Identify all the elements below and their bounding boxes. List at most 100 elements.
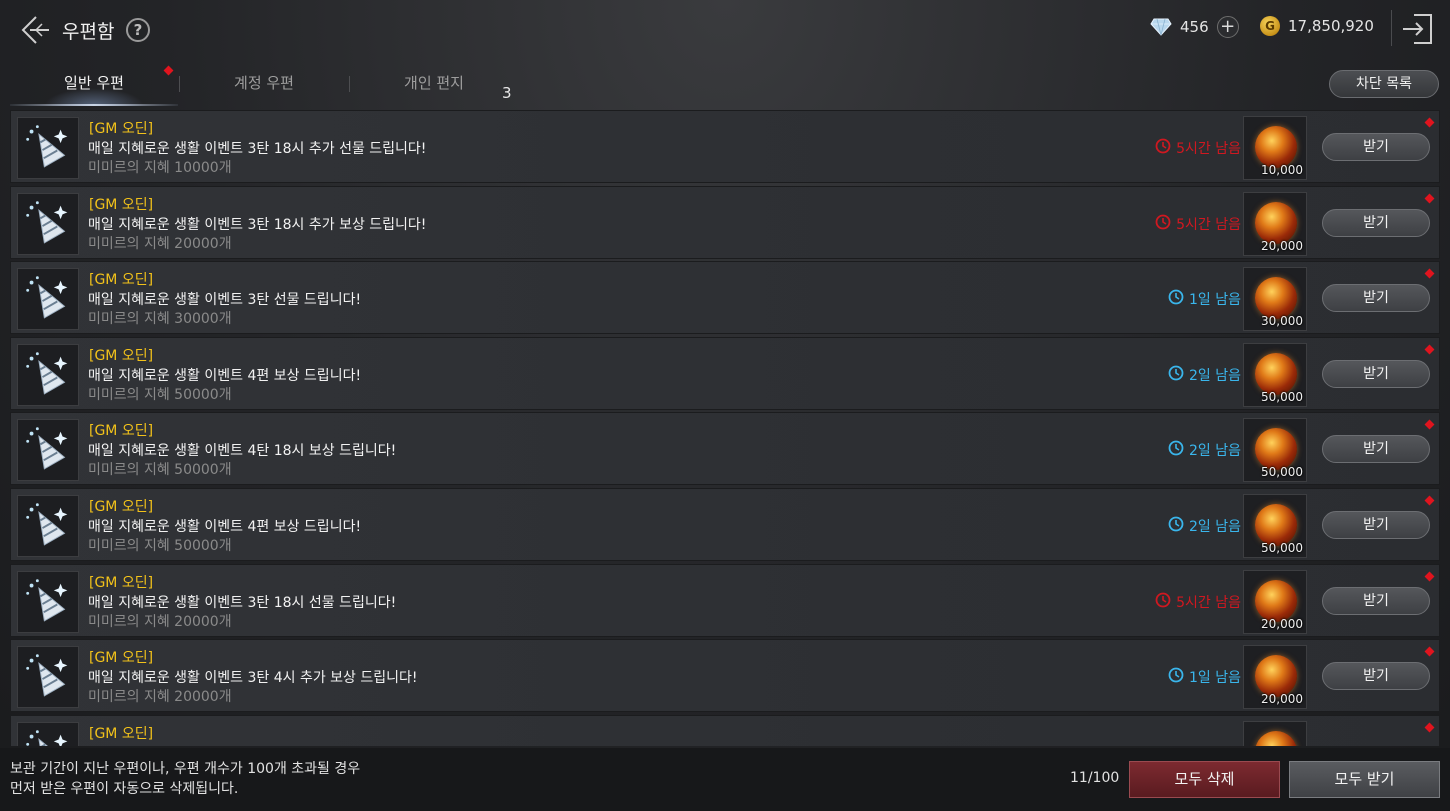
diamond-icon: [1150, 18, 1172, 36]
party-popper-icon: [17, 268, 79, 331]
expiry-text: 5시간 남음: [1176, 594, 1241, 611]
mail-row[interactable]: [GM 오딘]: [10, 714, 1440, 746]
expiry-text: 5시간 남음: [1176, 216, 1241, 233]
mail-row[interactable]: [GM 오딘] 매일 지혜로운 생활 이벤트 3탄 18시 추가 선물 드립니다!…: [10, 110, 1440, 183]
receive-button[interactable]: 받기: [1322, 435, 1430, 464]
mail-row[interactable]: [GM 오딘] 매일 지혜로운 생활 이벤트 3탄 선물 드립니다! 미미르의 지혜…: [10, 261, 1440, 335]
expiry-timer: 5시간 남음: [1155, 214, 1241, 234]
add-diamond-button[interactable]: +: [1216, 16, 1239, 38]
auto-delete-notice: 보관 기간이 지난 우편이나, 우편 개수가 100개 초과될 경우 먼저 받은…: [10, 759, 360, 799]
reward-quantity: 50,000: [1261, 541, 1303, 555]
party-popper-icon: [17, 343, 79, 406]
clock-icon: [1155, 214, 1171, 234]
reward-quantity: 50,000: [1261, 465, 1303, 480]
mail-list[interactable]: [GM 오딘] 매일 지혜로운 생활 이벤트 3탄 18시 추가 선물 드립니다!…: [10, 110, 1440, 746]
mail-row[interactable]: [GM 오딘] 매일 지혜로운 생활 이벤트 4편 보상 드립니다! 미미르의 지혜…: [10, 336, 1440, 410]
wisdom-orb-icon: [1255, 126, 1297, 168]
block-list-button[interactable]: 차단 목록: [1329, 70, 1439, 98]
reward-item-slot[interactable]: 30,000: [1243, 267, 1307, 332]
reward-quantity: 10,000: [1261, 163, 1303, 177]
diamond-currency: 456 +: [1150, 16, 1239, 38]
reward-item-slot[interactable]: [1243, 720, 1307, 746]
expiry-timer: 2일 남음: [1168, 440, 1241, 460]
clock-icon: [1155, 138, 1171, 158]
receive-button[interactable]: 받기: [1322, 284, 1430, 313]
mail-description: 미미르의 지혜 30000개: [88, 311, 232, 328]
mail-subject: 매일 지혜로운 생활 이벤트 4편 보상 드립니다!: [88, 367, 362, 384]
expiry-timer: 5시간 남음: [1155, 138, 1241, 158]
mail-row[interactable]: [GM 오딘] 매일 지혜로운 생활 이벤트 3탄 4시 추가 보상 드립니다! 미…: [10, 639, 1440, 713]
wisdom-orb-icon: [1255, 579, 1297, 622]
receive-button[interactable]: 받기: [1322, 359, 1430, 388]
reward-item-slot[interactable]: 50,000: [1243, 342, 1307, 407]
mail-sender: [GM 오딘]: [89, 499, 154, 515]
receive-button[interactable]: 받기: [1322, 511, 1430, 539]
reward-quantity: 20,000: [1261, 238, 1303, 253]
mail-notification-dot: [1424, 722, 1435, 733]
footer: 보관 기간이 지난 우편이나, 우편 개수가 100개 초과될 경우 먼저 받은…: [0, 748, 1450, 811]
mail-notification-dot: [1424, 571, 1435, 582]
receive-button[interactable]: 받기: [1322, 586, 1430, 615]
party-popper-icon: [17, 117, 79, 179]
party-popper-icon: [17, 495, 79, 557]
reward-item-slot[interactable]: 50,000: [1243, 494, 1307, 558]
receive-button[interactable]: 받기: [1322, 133, 1430, 161]
reward-item-slot[interactable]: 20,000: [1243, 645, 1307, 710]
wisdom-orb-icon: [1255, 277, 1297, 320]
mail-description: 미미르의 지혜 50000개: [88, 386, 232, 403]
tab-active-underline: [10, 104, 178, 106]
tab-account-mail[interactable]: 계정 우편: [180, 66, 348, 104]
back-arrow-icon[interactable]: [16, 12, 52, 48]
receive-all-button[interactable]: 모두 받기: [1289, 761, 1440, 798]
mail-notification-dot: [1424, 419, 1435, 430]
tab-personal-letter[interactable]: 개인 편지: [350, 66, 518, 104]
help-icon[interactable]: ?: [126, 18, 150, 42]
clock-icon: [1168, 667, 1184, 687]
mail-description: 미미르의 지혜 20000개: [88, 613, 232, 630]
mail-subject: 매일 지혜로운 생활 이벤트 3탄 18시 선물 드립니다!: [88, 594, 397, 611]
tab-general-mail[interactable]: 일반 우편: [10, 66, 178, 104]
diamond-count: 456: [1180, 18, 1209, 36]
delete-all-button[interactable]: 모두 삭제: [1129, 761, 1280, 798]
expiry-text: 2일 남음: [1189, 367, 1241, 384]
expiry-timer: 2일 남음: [1168, 365, 1241, 385]
mail-sender: [GM 오딘]: [89, 196, 154, 213]
reward-item-slot[interactable]: 20,000: [1243, 569, 1307, 634]
mail-subject: 매일 지혜로운 생활 이벤트 4탄 18시 보상 드립니다!: [88, 443, 397, 460]
expiry-timer: 5시간 남음: [1155, 592, 1241, 612]
mail-row[interactable]: [GM 오딘] 매일 지혜로운 생활 이벤트 3탄 18시 추가 보상 드립니다!…: [10, 185, 1440, 259]
reward-quantity: 50,000: [1261, 389, 1303, 404]
wisdom-orb-icon: [1255, 352, 1297, 395]
expiry-text: 1일 남음: [1189, 292, 1241, 309]
reward-item-slot[interactable]: 50,000: [1243, 418, 1307, 483]
receive-button[interactable]: 받기: [1322, 662, 1430, 691]
clock-icon: [1168, 289, 1184, 309]
expiry-timer: 1일 남음: [1168, 289, 1241, 309]
mail-sender: [GM 오딘]: [89, 574, 154, 591]
reward-item-slot[interactable]: 20,000: [1243, 191, 1307, 256]
mail-row[interactable]: [GM 오딘] 매일 지혜로운 생활 이벤트 4편 보상 드립니다! 미미르의 지혜…: [10, 488, 1440, 561]
gold-currency: G 17,850,920: [1260, 16, 1374, 36]
notice-line-2: 먼저 받은 우편이 자동으로 삭제됩니다.: [10, 781, 239, 797]
reward-item-slot[interactable]: 10,000: [1243, 116, 1307, 180]
mail-row[interactable]: [GM 오딘] 매일 지혜로운 생활 이벤트 4탄 18시 보상 드립니다! 미미르…: [10, 412, 1440, 486]
party-popper-icon: [17, 419, 79, 482]
gold-count: 17,850,920: [1288, 17, 1374, 35]
wisdom-orb-icon: [1255, 201, 1297, 244]
receive-button[interactable]: 받기: [1322, 208, 1430, 237]
clock-icon: [1155, 592, 1171, 612]
mail-sender: [GM 오딘]: [89, 725, 154, 742]
mail-row[interactable]: [GM 오딘] 매일 지혜로운 생활 이벤트 3탄 18시 선물 드립니다! 미미르…: [10, 563, 1440, 637]
header-divider: [1391, 10, 1392, 46]
mail-subject: 매일 지혜로운 생활 이벤트 3탄 18시 추가 선물 드립니다!: [88, 141, 427, 157]
mail-subject: 매일 지혜로운 생활 이벤트 4편 보상 드립니다!: [88, 519, 362, 535]
party-popper-icon: [17, 192, 79, 255]
exit-icon[interactable]: [1400, 12, 1436, 46]
clock-icon: [1168, 516, 1184, 536]
expiry-text: 2일 남음: [1189, 443, 1241, 460]
mail-subject: 매일 지혜로운 생활 이벤트 3탄 18시 추가 보상 드립니다!: [88, 216, 427, 233]
mail-notification-dot: [1424, 193, 1435, 204]
gold-coin-icon: G: [1260, 16, 1280, 36]
wisdom-orb-icon: [1255, 504, 1297, 546]
mail-notification-dot: [1424, 117, 1435, 128]
